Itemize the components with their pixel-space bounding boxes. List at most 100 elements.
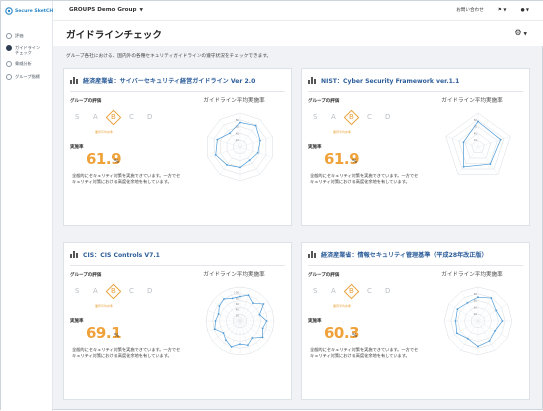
rate-unit: %: [352, 159, 358, 165]
grade-d: D: [385, 113, 391, 121]
card-header: CIS：CIS Controls V7.1: [70, 250, 160, 259]
radar-point: [259, 139, 261, 142]
radar-chart: 80604020: [443, 286, 513, 356]
radar-point: [214, 153, 217, 156]
guideline-card: CIS：CIS Controls V7.1 グループの評価 ガイドライン平均実施率 S…: [63, 242, 292, 400]
radar-point: [247, 294, 250, 297]
radar-point: [455, 332, 458, 335]
radar-point: [246, 344, 249, 347]
sidebar-item-threat-analysis[interactable]: 脅威分析: [6, 61, 32, 67]
rate-description: 全般的にセキュリティ対策を実施できています。一方でセキュリティ対策における高度化…: [310, 347, 419, 358]
settings-button[interactable]: ⚙ ▼: [514, 28, 527, 37]
radar-point: [477, 345, 479, 348]
radar-tick-label: 40: [474, 305, 478, 309]
page-header: ガイドラインチェック ⚙ ▼: [53, 21, 543, 46]
radar-tick-label: 80: [474, 118, 478, 122]
radar-tick-label: 40: [236, 131, 240, 135]
chevron-down-icon: ▼: [139, 8, 143, 13]
radar-axis: [239, 288, 251, 322]
selected-grade-marker: [105, 283, 121, 300]
sidebar-item-evaluation[interactable]: 評価: [6, 33, 23, 39]
radar-point: [216, 138, 219, 141]
radar-axis: [219, 146, 241, 175]
user-icon: ●: [520, 8, 525, 13]
grade-s: S: [75, 287, 80, 295]
group-select[interactable]: GROUPS Demo Group ▼: [69, 7, 143, 13]
radar-chart: 80604020: [445, 112, 511, 175]
group-select-label: GROUPS Demo Group: [69, 7, 137, 13]
group-index-icon: [6, 74, 12, 80]
user-menu[interactable]: ● ▼: [520, 7, 529, 13]
grade-d: D: [147, 287, 153, 295]
radar-point: [477, 120, 479, 123]
grade-scale: SABCD: [312, 283, 392, 300]
radar-point: [262, 303, 265, 305]
page-title: ガイドラインチェック: [66, 30, 162, 41]
radar-axis: [219, 320, 241, 349]
grade-a: A: [93, 287, 98, 295]
radar-axis: [239, 146, 273, 158]
sidebar: Secure SketCH 評価 ガイドライン チェック 脅威分析 グループ指標: [1, 1, 53, 411]
grade-scale: SABCD: [312, 109, 392, 126]
radar-point: [218, 305, 221, 307]
flag-menu[interactable]: ⚑ ▼: [498, 7, 507, 13]
radar-point: [217, 313, 220, 315]
radar-point: [466, 337, 469, 340]
grade-sub-label: 業界平均水準: [333, 130, 352, 134]
radar-axis: [207, 146, 241, 158]
radar-point: [495, 309, 498, 312]
grade-sub-label: 業界平均水準: [95, 130, 114, 134]
grade-s: S: [313, 113, 318, 121]
radar-point: [261, 336, 264, 339]
radar-point: [488, 340, 491, 342]
rate-description: 全般的にセキュリティ対策を実施できています。一方でセキュリティ対策における高度化…: [310, 173, 419, 184]
grade-sub-label: 業界平均水準: [333, 304, 352, 308]
evaluation-icon: [6, 33, 12, 39]
radar-point: [248, 159, 251, 162]
evaluation-label: グループの評価: [70, 99, 102, 104]
gear-icon: ⚙: [514, 28, 522, 37]
radar-point: [214, 320, 217, 322]
app-logo[interactable]: Secure SketCH: [5, 7, 53, 15]
radar-tick-label: 80: [474, 292, 478, 296]
divider: [70, 91, 285, 92]
evaluation-label: グループの評価: [308, 99, 340, 104]
radar-point: [501, 320, 504, 322]
radar-title: ガイドライン平均実施率: [441, 98, 503, 104]
rate-description: 全般的にセキュリティ対策を実施できています。一方でセキュリティ対策における高度化…: [72, 347, 181, 358]
radar-point: [456, 308, 459, 310]
radar-point: [213, 328, 216, 331]
bar-chart-icon: [308, 251, 317, 258]
radar-point: [251, 337, 254, 339]
grade-s: S: [75, 113, 80, 121]
contact-link[interactable]: お問い合わせ: [456, 7, 484, 13]
rate-label: 実施率: [308, 319, 322, 324]
guideline-check-icon: [6, 45, 12, 51]
rate-unit: %: [114, 159, 120, 165]
sidebar-item-label: 評価: [15, 33, 24, 38]
sidebar-item-group-index[interactable]: グループ指標: [6, 74, 40, 80]
divider: [70, 265, 285, 266]
grade-d: D: [147, 113, 153, 121]
chevron-down-icon: ▼: [523, 32, 527, 37]
radar-title: ガイドライン平均実施率: [441, 272, 503, 278]
card-title: 経済産業省：情報セキュリティ管理基準（平成28年改正版）: [321, 252, 488, 259]
divider: [308, 91, 523, 92]
rate-unit: %: [352, 333, 358, 339]
bar-chart-icon: [70, 251, 79, 258]
rate-label: 実施率: [308, 145, 322, 150]
radar-point: [462, 165, 465, 168]
radar-axis: [207, 320, 241, 332]
radar-point: [225, 339, 227, 342]
grade-scale: SABCD: [74, 283, 154, 300]
radar-tick-label: 20: [236, 313, 240, 317]
card-header: 経済産業省：情報セキュリティ管理基準（平成28年改正版）: [308, 250, 488, 259]
radar-axis: [212, 320, 241, 342]
radar-point: [477, 296, 479, 299]
guideline-card: 経済産業省：情報セキュリティ管理基準（平成28年改正版） グループの評価 ガイドライ…: [301, 242, 530, 400]
radar-point: [252, 302, 254, 305]
radar-axis: [239, 320, 251, 354]
divider: [308, 265, 523, 266]
radar-title: ガイドライン平均実施率: [203, 98, 265, 104]
sidebar-item-guideline-check[interactable]: ガイドライン チェック: [6, 45, 40, 55]
